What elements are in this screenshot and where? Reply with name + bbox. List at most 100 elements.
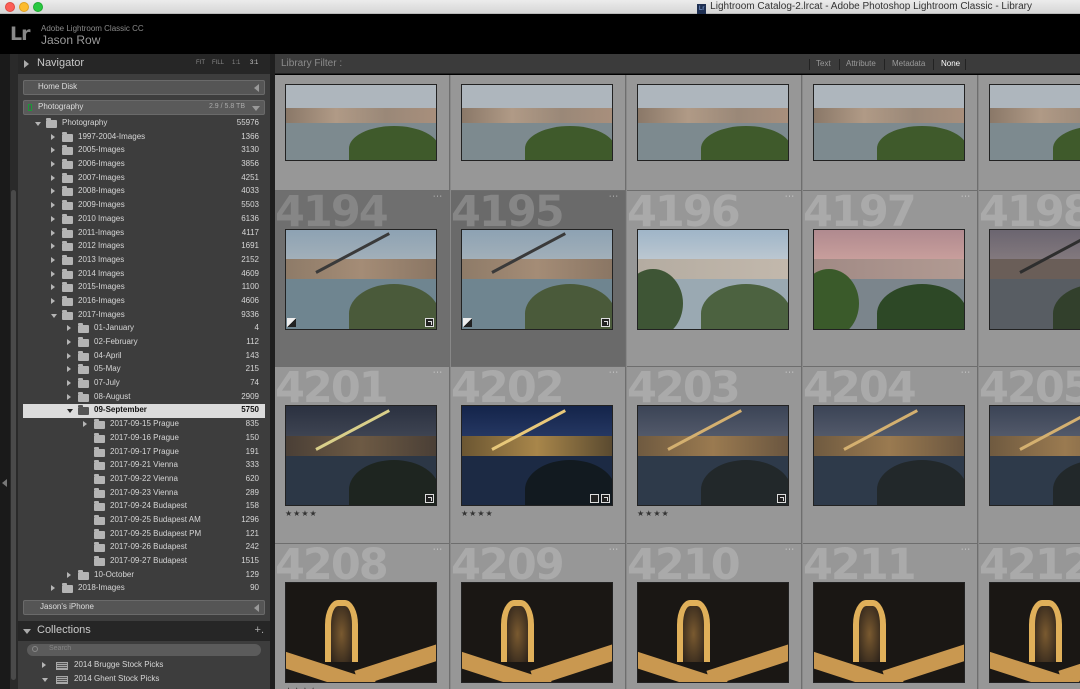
develop-adjustments-icon[interactable] bbox=[590, 494, 599, 503]
zoom-fit[interactable]: FIT bbox=[196, 60, 205, 66]
expand-arrow-icon[interactable] bbox=[254, 84, 259, 92]
cell-menu-icon[interactable]: ··· bbox=[961, 193, 971, 200]
photo-thumbnail[interactable] bbox=[637, 581, 789, 683]
expand-triangle-icon[interactable] bbox=[51, 297, 55, 304]
expand-triangle-icon[interactable] bbox=[51, 188, 55, 195]
folder-item[interactable]: 2017-09-22 Vienna 620 bbox=[23, 473, 265, 487]
expand-triangle-icon[interactable] bbox=[67, 339, 71, 345]
folder-item[interactable]: 2017-09-26 Budapest 242 bbox=[23, 541, 265, 555]
photo-thumbnail[interactable] bbox=[989, 228, 1080, 330]
minimize-window-button[interactable] bbox=[19, 2, 29, 12]
zoom-fill[interactable]: FILL bbox=[212, 60, 224, 66]
grid-cell[interactable]: 4211 ··· bbox=[803, 543, 978, 689]
folder-item[interactable]: 2005-Images 3130 bbox=[23, 144, 265, 158]
cell-menu-icon[interactable]: ··· bbox=[433, 369, 443, 376]
folder-item[interactable]: 2015-Images 1100 bbox=[23, 281, 265, 295]
folder-item[interactable]: 2017-09-16 Prague 150 bbox=[23, 432, 265, 446]
collapse-triangle-icon[interactable] bbox=[51, 313, 57, 318]
folder-item[interactable]: 09-September 5750 bbox=[23, 404, 265, 419]
cell-menu-icon[interactable]: ··· bbox=[785, 369, 795, 376]
folder-item[interactable]: 2007-Images 4251 bbox=[23, 172, 265, 186]
grid-cell[interactable]: 4195 ··· bbox=[451, 190, 626, 367]
volume-photography[interactable]: Photography 2.9 / 5.8 TB bbox=[23, 100, 265, 115]
expand-triangle-icon[interactable] bbox=[51, 284, 55, 291]
photo-thumbnail[interactable] bbox=[989, 84, 1080, 161]
photo-thumbnail[interactable] bbox=[813, 581, 965, 683]
expand-triangle-icon[interactable] bbox=[51, 133, 55, 140]
photo-thumbnail[interactable] bbox=[813, 228, 965, 330]
folder-item[interactable]: 2017-09-23 Vienna 289 bbox=[23, 487, 265, 501]
photo-thumbnail[interactable] bbox=[461, 84, 613, 161]
folder-item[interactable]: 2010 Images 6136 bbox=[23, 213, 265, 227]
folder-item[interactable]: 2017-09-25 Budapest PM 121 bbox=[23, 528, 265, 542]
left-panel-edge[interactable] bbox=[0, 54, 10, 689]
folder-item[interactable]: 2016-Images 4606 bbox=[23, 295, 265, 309]
expand-triangle-icon[interactable] bbox=[51, 585, 55, 592]
cell-menu-icon[interactable]: ··· bbox=[609, 546, 619, 553]
folder-item[interactable]: 2017-09-27 Budapest 1515 bbox=[23, 555, 265, 569]
grid-cell[interactable]: 4205··· bbox=[979, 367, 1080, 544]
grid-cell[interactable]: 4202 ··· ★★★★ bbox=[451, 367, 626, 544]
expand-triangle-icon[interactable] bbox=[67, 366, 71, 373]
folder-item[interactable]: 01-January 4 bbox=[23, 322, 265, 336]
collection-set-item[interactable]: 2014 Brugge Stock Picks bbox=[23, 659, 265, 673]
collection-set-item[interactable]: 2014 Ghent Stock Picks bbox=[23, 673, 265, 687]
folder-item[interactable]: Photography 55976 bbox=[23, 117, 265, 131]
folder-item[interactable]: 2013 Images 2152 bbox=[23, 254, 265, 268]
grid-cell[interactable]: 4212··· bbox=[979, 543, 1080, 689]
expand-triangle-icon[interactable] bbox=[51, 161, 55, 168]
photo-thumbnail[interactable] bbox=[285, 581, 437, 683]
cell-menu-icon[interactable]: ··· bbox=[785, 193, 795, 200]
photo-thumbnail[interactable] bbox=[285, 405, 437, 506]
expand-triangle-icon[interactable] bbox=[51, 147, 55, 154]
folder-item[interactable]: 2012 Images 1691 bbox=[23, 240, 265, 254]
develop-adjustments-icon[interactable] bbox=[601, 317, 610, 327]
folder-item[interactable]: 2017-09-21 Vienna 333 bbox=[23, 459, 265, 473]
grid-cell[interactable]: 4204 ··· bbox=[803, 367, 978, 544]
star-rating[interactable]: ★★★★ bbox=[285, 686, 318, 689]
filter-tab-text[interactable]: Text bbox=[816, 59, 831, 68]
folder-item[interactable]: 1997-2004-Images 1366 bbox=[23, 131, 265, 145]
grid-cell[interactable]: 4210 ··· bbox=[627, 543, 802, 689]
expand-triangle-icon[interactable] bbox=[51, 229, 55, 236]
folder-item[interactable]: 2017-09-15 Prague 835 bbox=[23, 418, 265, 432]
expand-triangle-icon[interactable] bbox=[67, 380, 71, 387]
unsaved-metadata-icon[interactable] bbox=[463, 317, 472, 327]
collapse-arrow-icon[interactable] bbox=[252, 106, 260, 111]
folder-item[interactable]: 2008-Images 4033 bbox=[23, 185, 265, 199]
folder-item[interactable]: 05-May 215 bbox=[23, 363, 265, 377]
grid-cell[interactable]: 4209 ··· bbox=[451, 543, 626, 689]
cell-menu-icon[interactable]: ··· bbox=[433, 193, 443, 200]
develop-adjustments-icon[interactable] bbox=[425, 494, 434, 503]
photo-thumbnail[interactable] bbox=[461, 581, 613, 683]
folder-item[interactable]: 2014 Images 4609 bbox=[23, 268, 265, 282]
filter-tab-metadata[interactable]: Metadata bbox=[892, 59, 925, 68]
expand-triangle-icon[interactable] bbox=[67, 325, 71, 332]
left-panel-scroll-thumb[interactable] bbox=[11, 190, 16, 680]
photo-thumbnail[interactable] bbox=[637, 228, 789, 330]
expand-triangle-icon[interactable] bbox=[67, 393, 71, 400]
collapse-triangle-icon[interactable] bbox=[42, 678, 48, 682]
photo-thumbnail[interactable] bbox=[989, 405, 1080, 506]
folder-item[interactable]: 2018-Images 90 bbox=[23, 582, 265, 596]
expand-triangle-icon[interactable] bbox=[83, 421, 87, 428]
grid-cell[interactable]: 4201 ··· ★★★★ bbox=[275, 367, 450, 544]
photo-thumbnail[interactable] bbox=[285, 84, 437, 161]
grid-cell[interactable]: 4203 ··· ★★★★ bbox=[627, 367, 802, 544]
cell-menu-icon[interactable]: ··· bbox=[961, 369, 971, 376]
folder-item[interactable]: 04-April 143 bbox=[23, 350, 265, 364]
grid-cell[interactable]: 4196 ··· bbox=[627, 190, 802, 367]
expand-triangle-icon[interactable] bbox=[24, 60, 29, 68]
photo-thumbnail[interactable] bbox=[813, 405, 965, 506]
grid-cell[interactable]: 4198··· bbox=[979, 190, 1080, 367]
grid-cell[interactable] bbox=[627, 75, 802, 191]
expand-triangle-icon[interactable] bbox=[51, 270, 55, 277]
filter-tab-attribute[interactable]: Attribute bbox=[846, 59, 876, 68]
grid-cell[interactable] bbox=[979, 75, 1080, 191]
star-rating[interactable]: ★★★★ bbox=[285, 509, 318, 518]
collections-header[interactable]: Collections +. bbox=[18, 621, 270, 641]
volume-home-disk[interactable]: Home Disk bbox=[23, 80, 265, 95]
photo-thumbnail[interactable] bbox=[637, 405, 789, 506]
cell-menu-icon[interactable]: ··· bbox=[433, 546, 443, 553]
photo-thumbnail[interactable] bbox=[461, 405, 613, 506]
